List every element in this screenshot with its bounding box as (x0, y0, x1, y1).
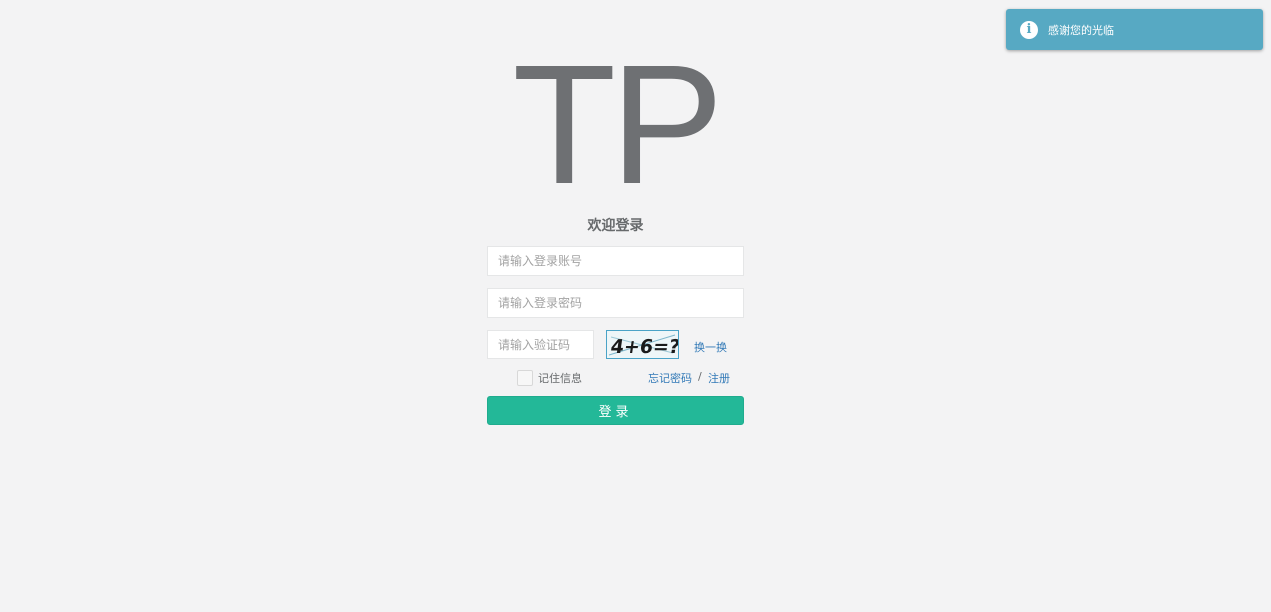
page-title: 欢迎登录 (587, 218, 644, 234)
logo: TP (512, 30, 723, 220)
login-button[interactable]: 登录 (487, 396, 744, 425)
refresh-captcha-link[interactable]: 换一换 (694, 339, 727, 355)
login-page: TP 欢迎登录 4+6=? 换一换 记住信息 忘记密码 / 注册 登录 i 感谢… (0, 0, 1271, 612)
password-input[interactable] (487, 288, 744, 318)
remember-label: 记住信息 (538, 372, 582, 385)
info-icon: i (1020, 20, 1038, 39)
forgot-password-link[interactable]: 忘记密码 (648, 370, 692, 386)
remember-checkbox[interactable] (517, 370, 533, 386)
toast-message: 感谢您的光临 (1048, 23, 1114, 37)
captcha-text: 4+6=? (609, 335, 678, 358)
account-input[interactable] (487, 246, 744, 276)
notification-toast[interactable]: i 感谢您的光临 (1006, 9, 1263, 50)
remember-me[interactable]: 记住信息 (517, 369, 582, 387)
link-separator: / (698, 370, 702, 383)
register-link[interactable]: 注册 (708, 370, 730, 386)
captcha-input[interactable] (487, 330, 594, 359)
captcha-graphic: 4+6=? (608, 334, 678, 358)
captcha-image[interactable]: 4+6=? (606, 330, 679, 359)
